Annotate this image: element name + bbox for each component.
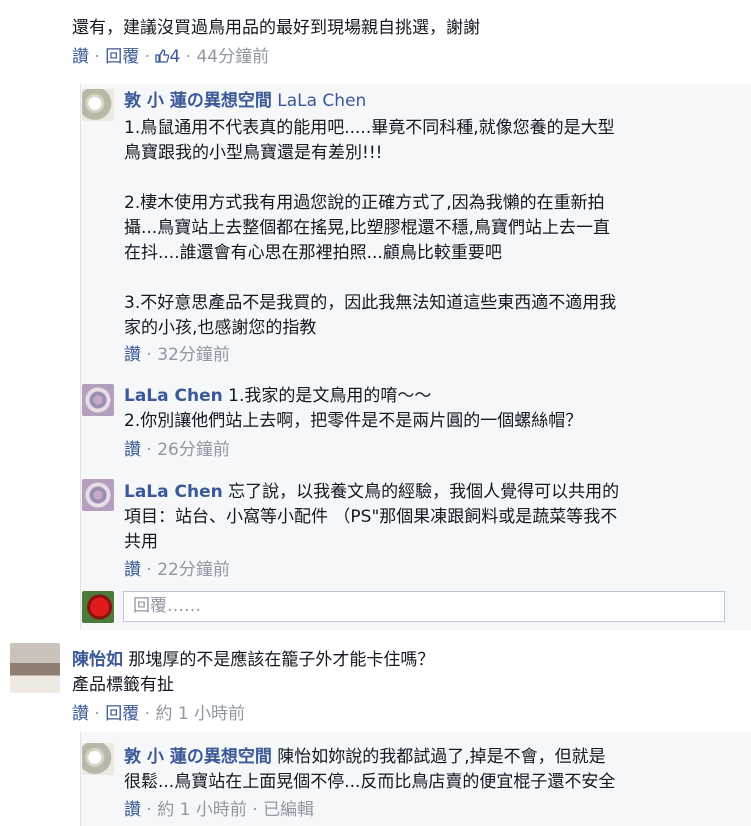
reply-line: 家的小孩,也感謝您的指教: [124, 318, 317, 338]
reply-line: [124, 266, 616, 291]
reply-link[interactable]: 回覆: [105, 704, 139, 724]
avatar[interactable]: [82, 479, 114, 511]
reply-actions: 讚 · 22分鐘前: [124, 559, 230, 581]
reply-line: 1.我家的是文鳥用的唷～～: [228, 386, 432, 406]
like-count-value: 4: [169, 47, 181, 67]
reply-line: 3.不好意思產品不是我買的，因此我無法知道這些東西適不適用我: [124, 293, 617, 313]
reply-line: 2.棲木使用方式我有用過您說的正確方式了,因為我懶的在重新拍: [124, 193, 605, 213]
reply-actions: 讚 · 32分鐘前: [124, 344, 230, 366]
reply-line: 忘了說，以我養文鳥的經驗，我個人覺得可以共用的: [228, 482, 620, 502]
like-link[interactable]: 讚: [124, 345, 141, 365]
author-name[interactable]: 陳怡如: [72, 650, 123, 670]
author-name[interactable]: 敦 小 蓮の異想空間: [124, 747, 272, 767]
current-user-avatar: [82, 591, 114, 623]
reply-body: 敦 小 蓮の異想空間 陳怡如妳說的我都試過了,掉是不會，但就是 很鬆...鳥寶站…: [124, 745, 615, 795]
reply-body: 1.鳥鼠通用不代表真的能用吧.....畢竟不同科種,就像您養的是大型 鳥寶跟我的…: [124, 116, 616, 341]
comment-actions: 讚 · 回覆 · 約 1 小時前: [72, 703, 245, 725]
separator-dot: ·: [185, 47, 197, 67]
like-count[interactable]: 4: [155, 47, 185, 67]
comment-time[interactable]: 約 1 小時前: [155, 704, 245, 724]
comment-time[interactable]: 44分鐘前: [196, 47, 269, 67]
separator-dot: ·: [146, 440, 158, 460]
author-name[interactable]: LaLa Chen: [124, 482, 223, 502]
separator-dot: ·: [94, 47, 106, 67]
separator-dot: ·: [94, 704, 106, 724]
separator-dot: ·: [252, 800, 264, 820]
reply-time[interactable]: 約 1 小時前: [157, 800, 247, 820]
like-link[interactable]: 讚: [124, 440, 141, 460]
comment-text: 還有，建議沒買過鳥用品的最好到現場親自挑選，謝謝: [72, 18, 480, 38]
like-link[interactable]: 讚: [124, 560, 141, 580]
edited-label[interactable]: 已編輯: [263, 800, 314, 820]
reply-time[interactable]: 26分鐘前: [157, 440, 230, 460]
author-name-en[interactable]: LaLa Chen: [277, 91, 366, 111]
avatar[interactable]: [10, 643, 60, 693]
reply-line: 很鬆...鳥寶站在上面晃個不停...反而比鳥店賣的便宜棍子還不安全: [124, 772, 616, 792]
reply-line: [124, 166, 616, 191]
separator-dot: ·: [144, 47, 156, 67]
avatar[interactable]: [82, 89, 114, 121]
reply-line: 共用: [124, 532, 158, 552]
avatar[interactable]: [82, 384, 114, 416]
separator-dot: ·: [146, 560, 158, 580]
comment-line: 那塊厚的不是應該在籠子外才能卡住嗎？: [128, 650, 435, 670]
comment-actions: 讚 · 回覆 · 4 · 44分鐘前: [72, 46, 269, 68]
like-link[interactable]: 讚: [72, 704, 89, 724]
reply-line: 鳥寶跟我的小型鳥寶還是有差別!!!: [124, 143, 383, 163]
separator-dot: ·: [144, 704, 156, 724]
reply-body: LaLa Chen 1.我家的是文鳥用的唷～～ 2.你別讓他們站上去啊，把零件是…: [124, 384, 582, 434]
reply-actions: 讚 · 26分鐘前: [124, 439, 230, 461]
separator-dot: ·: [146, 345, 158, 365]
comment-line: 產品標籤有扯: [72, 675, 174, 695]
reply-line: 1.鳥鼠通用不代表真的能用吧.....畢竟不同科種,就像您養的是大型: [124, 118, 615, 138]
reply-actions: 讚 · 約 1 小時前 · 已編輯: [124, 799, 314, 821]
reply-line: 2.你別讓他們站上去啊，把零件是不是兩片圓的一個螺絲帽？: [124, 411, 583, 431]
reply-line: 陳怡如妳說的我都試過了,掉是不會，但就是: [277, 747, 606, 767]
reply-time[interactable]: 22分鐘前: [157, 560, 230, 580]
reply-header: 敦 小 蓮の異想空間 LaLa Chen: [124, 89, 366, 114]
reply-line: 項目：站台、小窩等小配件 （PS"那個果凍跟飼料或是蔬菜等我不: [124, 507, 618, 527]
reply-time[interactable]: 32分鐘前: [157, 345, 230, 365]
thumbs-up-icon: [155, 49, 170, 63]
avatar[interactable]: [82, 743, 114, 775]
reply-input[interactable]: 回覆……: [123, 591, 725, 622]
reply-line: 攝...鳥寶站上去整個都在搖晃,比塑膠棍還不穩,鳥寶們站上去一直: [124, 218, 611, 238]
like-link[interactable]: 讚: [72, 47, 89, 67]
comment-body: 陳怡如 那塊厚的不是應該在籠子外才能卡住嗎？ 產品標籤有扯: [72, 648, 434, 698]
author-name[interactable]: LaLa Chen: [124, 386, 223, 406]
like-link[interactable]: 讚: [124, 800, 141, 820]
reply-body: LaLa Chen 忘了說，以我養文鳥的經驗，我個人覺得可以共用的 項目：站台、…: [124, 480, 619, 555]
reply-line: 在抖....誰還會有心思在那裡拍照...顧鳥比較重要吧: [124, 243, 502, 263]
reply-link[interactable]: 回覆: [105, 47, 139, 67]
separator-dot: ·: [146, 800, 158, 820]
author-name[interactable]: 敦 小 蓮の異想空間: [124, 91, 272, 111]
